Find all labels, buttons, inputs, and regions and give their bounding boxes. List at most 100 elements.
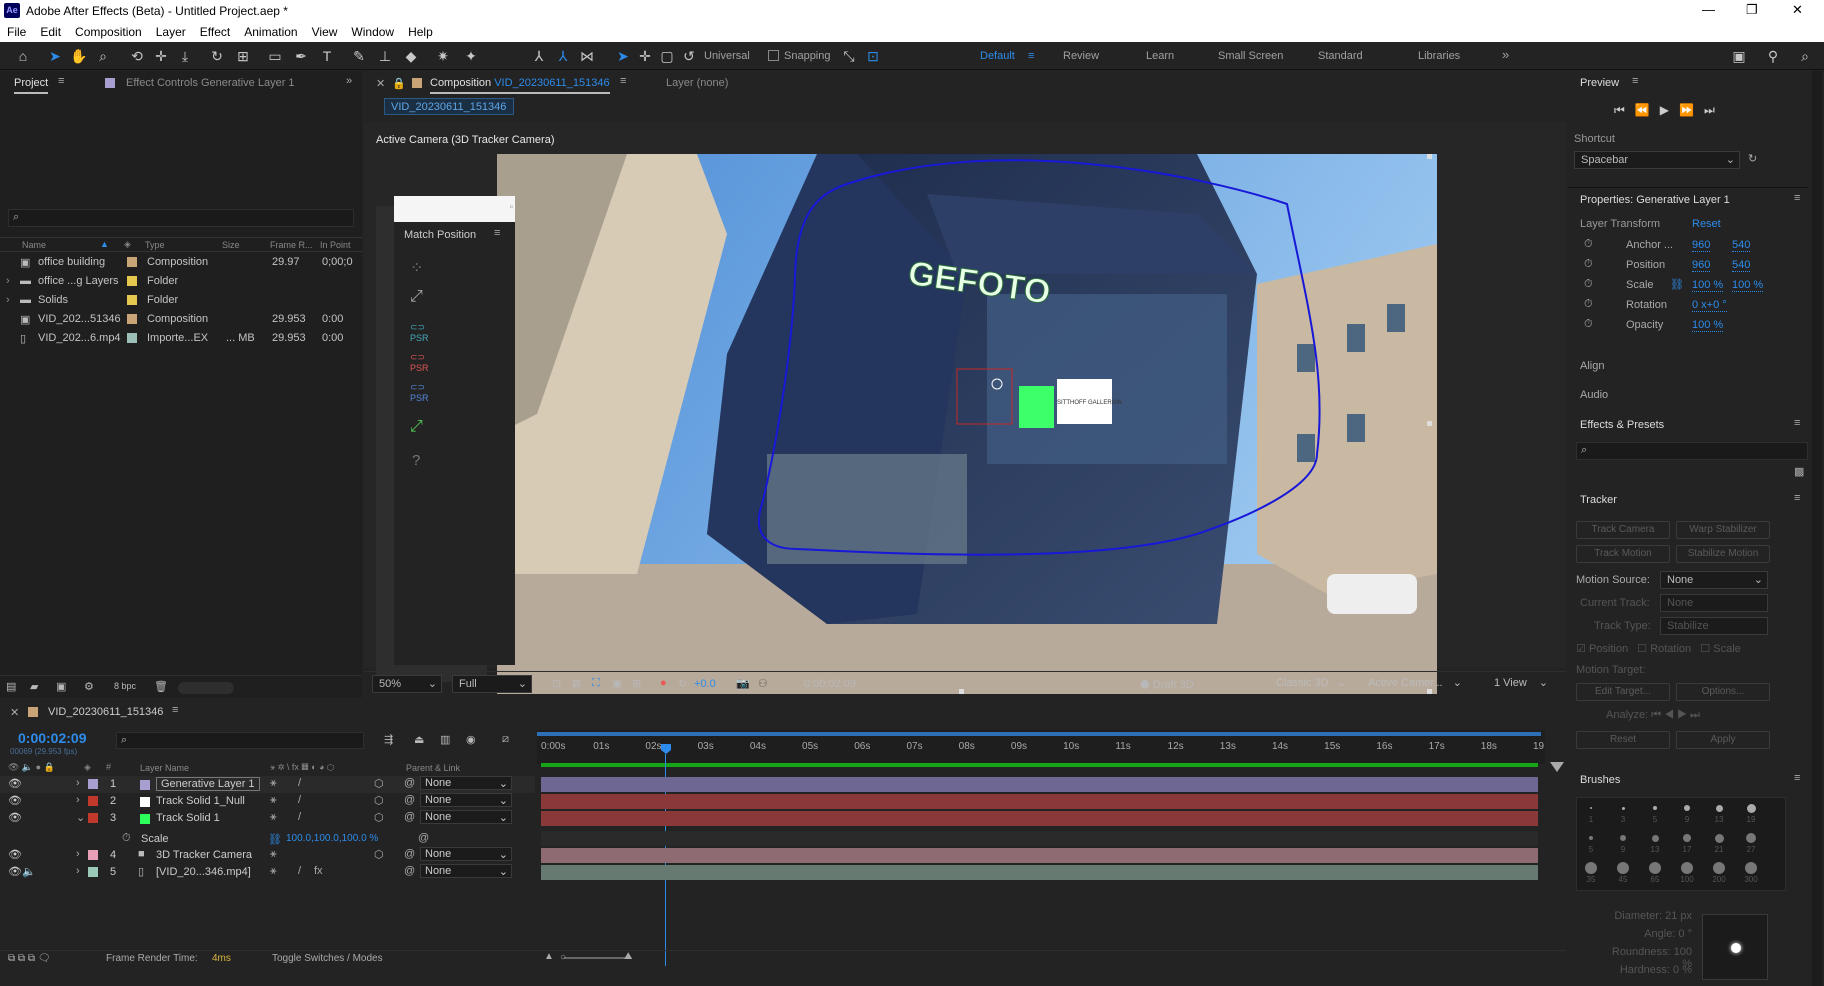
help-icon[interactable]: ? — [412, 452, 420, 469]
layer-label-swatch[interactable] — [88, 779, 98, 789]
analyze-forward-icon[interactable]: ▶ ⏭ — [1677, 709, 1700, 721]
3d-layer-icon[interactable]: ⬡ — [374, 811, 384, 824]
draft3d-toggle[interactable]: ⬢ Draft 3D — [1140, 678, 1194, 691]
shy-switch-icon[interactable]: ⚹ — [270, 811, 277, 824]
view-dropdown[interactable]: Active Camer... ⌄ — [1362, 675, 1466, 693]
scale-pickwhip-icon[interactable]: @ — [418, 832, 429, 844]
zoom-dropdown[interactable]: 50% ⌄ — [372, 675, 442, 693]
pen-tool-icon[interactable]: ✒ — [292, 47, 310, 65]
3d-layer-icon[interactable]: ⬡ — [374, 848, 384, 861]
expand-layer-icon[interactable]: › — [76, 777, 80, 789]
brush-tool-icon[interactable]: ✎ — [350, 47, 368, 65]
brush-tip[interactable] — [1621, 806, 1625, 810]
transform-value-1[interactable]: 0 x+0 ° — [1692, 299, 1727, 312]
parent-pickwhip-icon[interactable]: @ — [404, 848, 415, 860]
play-icon[interactable]: ▶ — [1660, 103, 1679, 117]
axis-view-icon[interactable]: ⋈ — [578, 47, 596, 65]
expand-layer-icon[interactable]: ⌄ — [76, 811, 85, 824]
properties-menu-icon[interactable]: ≡ — [1794, 192, 1800, 204]
current-track-dropdown[interactable]: None — [1660, 594, 1768, 612]
eraser-tool-icon[interactable]: ◆ — [402, 47, 420, 65]
expand-arrow-icon[interactable]: › — [6, 294, 10, 306]
psr-link-icon[interactable]: ⊂⊃ PSR — [410, 322, 429, 343]
transform-value-1[interactable]: 100 % — [1692, 319, 1724, 332]
frame-blending-icon[interactable]: ◉ — [466, 733, 476, 746]
minimize-icon[interactable]: — — [1702, 2, 1715, 17]
stopwatch-icon[interactable]: ⏱ — [1584, 278, 1593, 291]
menu-effect[interactable]: Effect — [193, 25, 237, 39]
zoom-tool-icon[interactable]: ⌕ — [94, 47, 112, 65]
transform-value-1[interactable]: 960 — [1692, 239, 1711, 252]
brush-tips-grid[interactable]: 1 3 5 9 13 19 5 9 13 17 21 27 35 45 65 100 200 300 — [1576, 797, 1786, 891]
parent-dropdown[interactable]: None ⌄ — [420, 864, 512, 878]
workspace-learn[interactable]: Learn — [1146, 50, 1174, 62]
timeline-timecode[interactable]: 0:00:02:09 — [18, 730, 87, 746]
close-tab-icon[interactable]: ✕ — [376, 77, 385, 90]
effects-menu-icon[interactable]: ≡ — [1794, 417, 1800, 429]
3d-layer-icon[interactable]: ⬡ — [374, 777, 384, 790]
project-item[interactable]: › ▬ Solids Folder — [0, 291, 362, 310]
project-item[interactable]: › ▬ office ...g Layers Folder — [0, 272, 362, 291]
transparency-grid-icon[interactable]: ⊠ — [572, 677, 581, 690]
renderer-dropdown[interactable]: Classic 3D ⌄ — [1270, 675, 1350, 693]
views-dropdown[interactable]: 1 View ⌄ — [1488, 675, 1552, 693]
brush-tip[interactable] — [1653, 806, 1657, 810]
label-swatch[interactable] — [127, 257, 137, 267]
layer-row[interactable]: 👁 🔈 › 5 ▯ [VID_20...346.mp4] ⚹ / fx @ None ⌄ — [0, 864, 535, 881]
brush-tip[interactable] — [1649, 862, 1661, 874]
expand-layer-icon[interactable]: › — [76, 794, 80, 806]
track-motion-button[interactable]: Track Motion — [1576, 545, 1670, 563]
zoom-in-icon[interactable]: ⛰ — [624, 951, 632, 962]
quality-switch-icon[interactable]: / — [298, 777, 301, 789]
timeline-close-icon[interactable]: ✕ — [10, 706, 19, 719]
pan-tool-icon[interactable]: ✛ — [152, 47, 170, 65]
psr-link-blue-icon[interactable]: ⊂⊃ PSR — [410, 382, 429, 403]
stopwatch-icon[interactable]: ⏱ — [1584, 258, 1593, 271]
tab-project[interactable]: Project — [14, 77, 49, 94]
preview-menu-icon[interactable]: ≡ — [1632, 75, 1638, 87]
parent-pickwhip-icon[interactable]: @ — [404, 794, 415, 806]
stopwatch-icon[interactable]: ⏱ — [1584, 238, 1593, 251]
col-type[interactable]: Type — [145, 240, 165, 250]
brushes-menu-icon[interactable]: ≡ — [1794, 772, 1800, 784]
timeline-zoom-handle[interactable]: ○ — [560, 952, 566, 963]
menu-layer[interactable]: Layer — [149, 25, 193, 39]
new-preset-icon[interactable]: ▩ — [1794, 465, 1804, 478]
transform-value-2[interactable]: 540 — [1732, 259, 1751, 272]
next-frame-icon[interactable]: ⏩ — [1679, 103, 1704, 117]
new-comp-icon[interactable]: ▣ — [56, 680, 66, 693]
menu-animation[interactable]: Animation — [237, 25, 304, 39]
axis-local-icon[interactable]: ⅄ — [530, 47, 548, 65]
workspace-small-screen[interactable]: Small Screen — [1218, 50, 1283, 62]
parent-pickwhip-icon[interactable]: @ — [404, 865, 415, 877]
time-zoom-marker[interactable] — [1550, 762, 1564, 772]
brush-tip[interactable] — [1590, 807, 1592, 809]
position-checkbox[interactable]: ☑ — [1576, 643, 1586, 655]
project-menu-icon[interactable]: ≡ — [58, 75, 64, 87]
thumbnail-slider[interactable] — [178, 682, 234, 694]
last-frame-icon[interactable]: ⏭ — [1704, 103, 1725, 117]
workspace-menu-icon[interactable]: ≡ — [1028, 50, 1034, 62]
motion-source-dropdown[interactable]: None ⌄ — [1660, 571, 1768, 589]
track-type-dropdown[interactable]: Stabilize — [1660, 617, 1768, 635]
tab-composition[interactable]: Composition VID_20230611_151346 — [430, 77, 610, 94]
3d-layer-icon[interactable]: ⬡ — [374, 794, 384, 807]
draft-3d-icon[interactable]: ⏏ — [414, 733, 424, 746]
close-icon[interactable]: ✕ — [1792, 2, 1803, 18]
parent-dropdown[interactable]: None ⌄ — [420, 793, 512, 807]
snap-icon[interactable]: ⤡ — [840, 47, 858, 65]
comp-menu-icon[interactable]: ≡ — [620, 75, 626, 87]
shortcut-dropdown[interactable]: Spacebar ⌄ — [1574, 151, 1740, 169]
audio-speaker-icon[interactable]: 🔈 — [22, 865, 36, 878]
project-search-input[interactable]: ⌕ — [8, 209, 354, 227]
parent-dropdown[interactable]: None ⌄ — [420, 776, 512, 790]
tab-layer[interactable]: Layer (none) — [666, 77, 728, 89]
brush-tip[interactable] — [1746, 833, 1756, 843]
menu-edit[interactable]: Edit — [33, 25, 68, 39]
stopwatch-icon[interactable]: ⏱ — [1584, 298, 1593, 311]
interpret-footage-icon[interactable]: ▤ — [6, 680, 16, 693]
project-item[interactable]: ▯ VID_202...6.mp4 Importe...EX ... MB 29.953… — [0, 329, 362, 348]
brush-tip[interactable] — [1651, 834, 1659, 842]
visibility-eye-icon[interactable]: 👁 — [8, 811, 22, 824]
workspace-libraries[interactable]: Libraries — [1418, 50, 1460, 62]
